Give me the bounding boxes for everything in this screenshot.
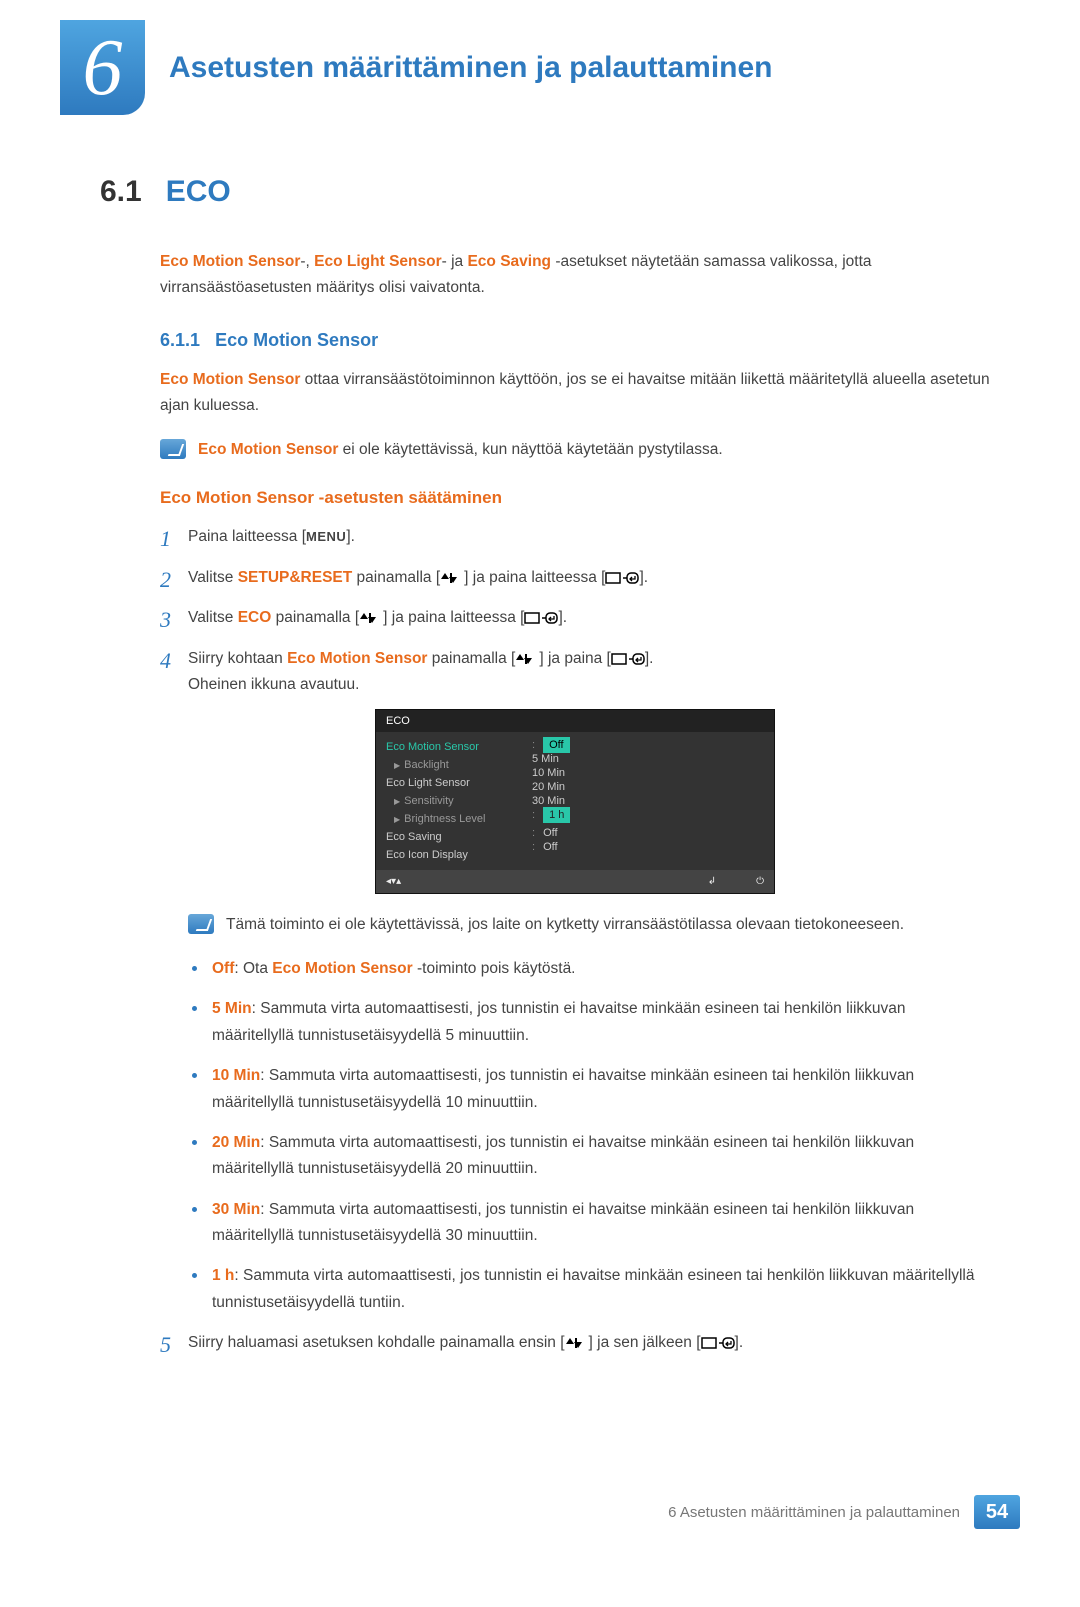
step-2: 2 Valitse SETUP&RESET painamalla [] ja p… xyxy=(160,565,990,596)
term-eco-motion: Eco Motion Sensor xyxy=(160,253,300,270)
option-off: Off: Ota Eco Motion Sensor -toiminto poi… xyxy=(188,956,990,982)
procedure-heading: Eco Motion Sensor -asetusten säätäminen xyxy=(160,488,990,508)
osd-opt-5min: 5 Min xyxy=(526,752,774,766)
osd-opt-10min: 10 Min xyxy=(526,766,774,780)
step-3: 3 Valitse ECO painamalla [] ja paina lai… xyxy=(160,605,990,636)
osd-item-backlight: Backlight xyxy=(376,756,526,774)
osd-value-list: :Off 5 Min 10 Min 20 Min 30 Min :1 h :Of… xyxy=(526,732,774,870)
step-4: 4 Siirry kohtaan Eco Motion Sensor paina… xyxy=(160,646,990,699)
rect-enter-icon xyxy=(605,571,639,585)
osd-val-off: Off xyxy=(543,827,557,839)
subsection-heading: 6.1.1 Eco Motion Sensor xyxy=(160,330,990,351)
footer-text: 6 Asetusten määrittäminen ja palauttamin… xyxy=(668,1504,960,1521)
osd-menu-list: Eco Motion Sensor Backlight Eco Light Se… xyxy=(376,732,526,870)
osd-footer: ◂ ▾ ▴ ↲ ⏻ xyxy=(376,870,774,893)
osd-item-eco-saving: Eco Saving xyxy=(376,828,526,846)
content-body: 6.1 ECO Eco Motion Sensor-, Eco Light Se… xyxy=(100,175,990,1361)
note-box: Eco Motion Sensor ei ole käytettävissä, … xyxy=(160,437,990,463)
step-1: 1 Paina laitteessa [MENU]. xyxy=(160,524,990,555)
subsection-title: Eco Motion Sensor xyxy=(215,330,378,350)
section-heading: 6.1 ECO xyxy=(100,175,990,209)
osd-item-eco-light: Eco Light Sensor xyxy=(376,774,526,792)
term-eco-light: Eco Light Sensor xyxy=(314,253,441,270)
chapter-title: Asetusten määrittäminen ja palauttaminen xyxy=(169,51,773,85)
osd-opt-off: Off xyxy=(543,737,569,753)
option-5min: 5 Min: Sammuta virta automaattisesti, jo… xyxy=(188,996,990,1049)
step-number: 4 xyxy=(160,646,188,699)
steps-list: 1 Paina laitteessa [MENU]. 2 Valitse SET… xyxy=(160,524,990,699)
note-text: Tämä toiminto ei ole käytettävissä, jos … xyxy=(226,912,904,938)
term-eco-saving: Eco Saving xyxy=(467,253,551,270)
note-box: Tämä toiminto ei ole käytettävissä, jos … xyxy=(188,912,990,938)
menu-key: MENU xyxy=(306,529,346,544)
power-icon: ⏻ xyxy=(756,876,764,887)
osd-opt-1h: 1 h xyxy=(543,807,570,823)
subsection-paragraph: Eco Motion Sensor ottaa virransäästötoim… xyxy=(160,367,990,420)
osd-val-off: Off xyxy=(543,841,557,853)
subsection-number: 6.1.1 xyxy=(160,330,200,350)
rect-enter-icon xyxy=(701,1336,735,1350)
page-number: 54 xyxy=(974,1495,1020,1529)
chapter-header: 6 Asetusten määrittäminen ja palauttamin… xyxy=(60,20,1080,115)
down-up-icon xyxy=(515,652,539,666)
step-number: 5 xyxy=(160,1330,188,1361)
option-list: Off: Ota Eco Motion Sensor -toiminto poi… xyxy=(188,956,990,1316)
osd-window: ECO Eco Motion Sensor Backlight Eco Ligh… xyxy=(375,709,775,894)
rect-enter-icon xyxy=(524,611,558,625)
intro-paragraph: Eco Motion Sensor-, Eco Light Sensor- ja… xyxy=(160,249,990,302)
chapter-number-tab: 6 xyxy=(60,20,145,115)
steps-list-cont: 5 Siirry haluamasi asetuksen kohdalle pa… xyxy=(160,1330,990,1361)
section-title: ECO xyxy=(166,175,231,209)
enter-icon: ↲ xyxy=(708,876,716,887)
osd-item-eco-motion: Eco Motion Sensor xyxy=(376,738,526,756)
down-up-icon xyxy=(359,611,383,625)
step-number: 3 xyxy=(160,605,188,636)
note-icon xyxy=(160,439,186,459)
option-10min: 10 Min: Sammuta virta automaattisesti, j… xyxy=(188,1063,990,1116)
chapter-number: 6 xyxy=(83,28,123,108)
section-body: Eco Motion Sensor-, Eco Light Sensor- ja… xyxy=(160,249,990,1361)
option-30min: 30 Min: Sammuta virta automaattisesti, j… xyxy=(188,1197,990,1250)
osd-item-sensitivity: Sensitivity xyxy=(376,792,526,810)
osd-title: ECO xyxy=(376,710,774,732)
osd-item-eco-icon: Eco Icon Display xyxy=(376,846,526,864)
note-icon xyxy=(188,914,214,934)
note-text: Eco Motion Sensor ei ole käytettävissä, … xyxy=(198,437,723,463)
osd-item-brightness: Brightness Level xyxy=(376,810,526,828)
term-eco-motion: Eco Motion Sensor xyxy=(160,371,300,388)
down-up-icon xyxy=(565,1336,589,1350)
step-number: 1 xyxy=(160,524,188,555)
page-footer: 6 Asetusten määrittäminen ja palauttamin… xyxy=(668,1495,1020,1529)
step-5: 5 Siirry haluamasi asetuksen kohdalle pa… xyxy=(160,1330,990,1361)
down-up-icon xyxy=(440,571,464,585)
option-1h: 1 h: Sammuta virta automaattisesti, jos … xyxy=(188,1263,990,1316)
section-number: 6.1 xyxy=(100,175,142,209)
manual-page: 6 Asetusten määrittäminen ja palauttamin… xyxy=(0,20,1080,1547)
step-number: 2 xyxy=(160,565,188,596)
osd-opt-30min: 30 Min xyxy=(526,794,774,808)
rect-enter-icon xyxy=(611,652,645,666)
osd-opt-20min: 20 Min xyxy=(526,780,774,794)
option-20min: 20 Min: Sammuta virta automaattisesti, j… xyxy=(188,1130,990,1183)
